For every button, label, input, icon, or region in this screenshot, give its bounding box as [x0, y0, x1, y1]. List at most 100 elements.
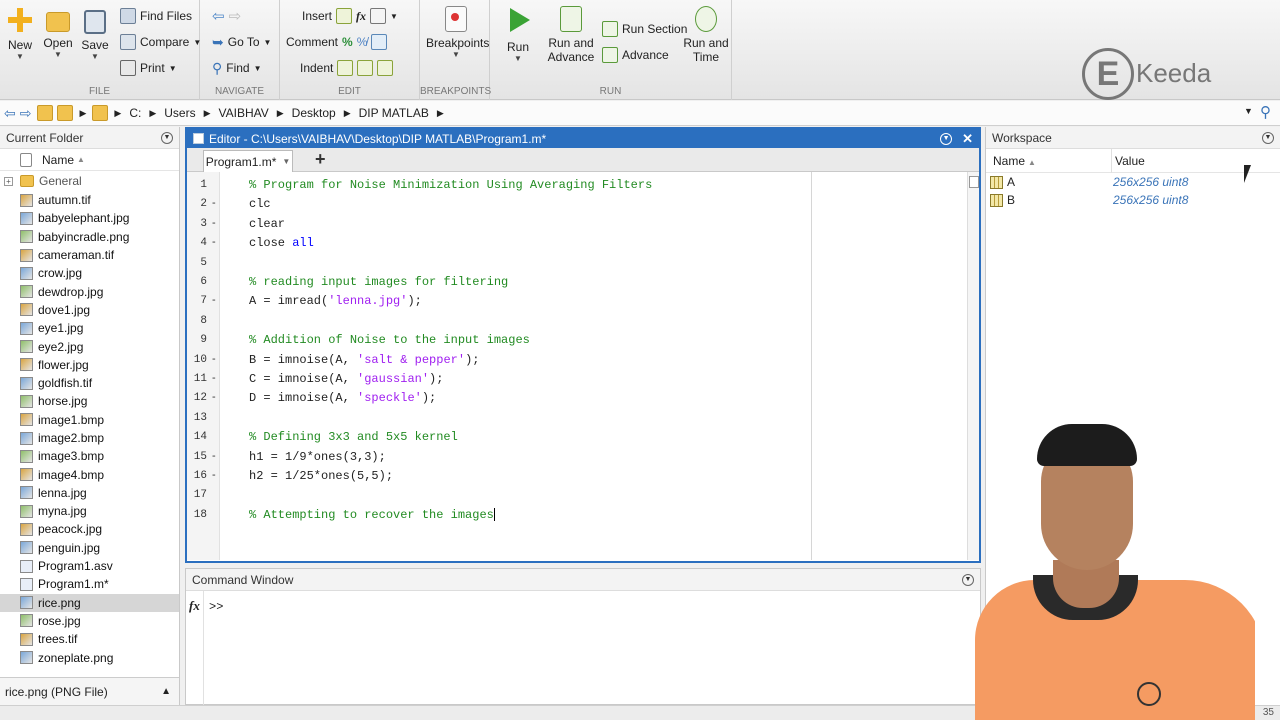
chevron-down-icon[interactable]: ▼	[264, 38, 272, 47]
code-line[interactable]: clear	[249, 217, 285, 231]
goto-button[interactable]: ➥ Go To ▼	[212, 32, 271, 52]
file-item[interactable]: eye2.jpg	[0, 337, 179, 355]
chevron-right-icon[interactable]: ▶	[114, 108, 121, 119]
forward-arrow-icon[interactable]: ⇨	[20, 105, 32, 122]
file-item[interactable]: babyelephant.jpg	[0, 209, 179, 227]
file-item[interactable]: myna.jpg	[0, 502, 179, 520]
find-files-button[interactable]: Find Files	[120, 6, 192, 26]
chevron-down-icon[interactable]: ▼	[282, 157, 290, 166]
path-segment-folder[interactable]: DIP MATLAB	[359, 106, 429, 120]
path-segment-users[interactable]: Users	[164, 106, 195, 120]
code-line[interactable]: D = imnoise(A, 'speckle');	[249, 391, 436, 405]
file-item[interactable]: babyincradle.png	[0, 228, 179, 246]
chevron-up-icon[interactable]: ▲	[161, 686, 171, 697]
breakpoint-marker[interactable]: -	[212, 217, 216, 229]
chevron-right-icon[interactable]: ▶	[437, 108, 444, 119]
chevron-down-icon[interactable]: ▼	[498, 54, 538, 63]
breakpoint-marker[interactable]: -	[212, 469, 216, 481]
folder-general[interactable]: + General	[0, 171, 179, 191]
chevron-down-icon[interactable]: ▼	[38, 50, 78, 59]
file-item[interactable]: image4.bmp	[0, 465, 179, 483]
code-line[interactable]: clc	[249, 197, 271, 211]
file-item[interactable]: crow.jpg	[0, 264, 179, 282]
scrollbar-thumb[interactable]	[969, 176, 979, 188]
file-item[interactable]: eye1.jpg	[0, 319, 179, 337]
breakpoint-marker[interactable]: -	[212, 450, 216, 462]
command-input-area[interactable]: fx >>	[186, 591, 980, 705]
file-item[interactable]: dewdrop.jpg	[0, 282, 179, 300]
file-item[interactable]: horse.jpg	[0, 392, 179, 410]
insert-button[interactable]: Insert fx ▼	[302, 6, 398, 26]
chevron-right-icon[interactable]: ▶	[204, 108, 211, 119]
file-item[interactable]: image3.bmp	[0, 447, 179, 465]
add-tab-button[interactable]: +	[315, 149, 326, 170]
chevron-right-icon[interactable]: ▶	[149, 108, 156, 119]
advance-button[interactable]: Advance	[602, 45, 669, 65]
back-arrow-icon[interactable]: ⇦	[212, 7, 225, 25]
address-dropdown-icon[interactable]: ▼	[1244, 106, 1253, 116]
file-item[interactable]: Program1.asv	[0, 557, 179, 575]
code-line[interactable]: % Addition of Noise to the input images	[249, 333, 530, 347]
file-item[interactable]: image1.bmp	[0, 411, 179, 429]
file-item[interactable]: goldfish.tif	[0, 374, 179, 392]
file-item[interactable]: zoneplate.png	[0, 648, 179, 666]
chevron-right-icon[interactable]: ▶	[344, 108, 351, 119]
back-arrow-icon[interactable]: ⇦	[4, 105, 16, 122]
chevron-down-icon[interactable]: ▼	[75, 52, 115, 61]
run-and-advance-button[interactable]: Run and Advance	[546, 6, 596, 64]
panel-menu-icon[interactable]: ▼	[940, 132, 953, 145]
breakpoint-marker[interactable]: -	[212, 372, 216, 384]
path-segment-desktop[interactable]: Desktop	[292, 106, 336, 120]
file-item[interactable]: dove1.jpg	[0, 301, 179, 319]
function-browser-icon[interactable]	[370, 8, 387, 24]
chevron-down-icon[interactable]: ▼	[254, 64, 262, 73]
file-item[interactable]: penguin.jpg	[0, 539, 179, 557]
details-bar[interactable]: rice.png (PNG File) ▲	[0, 677, 179, 705]
file-item[interactable]: autumn.tif	[0, 191, 179, 209]
path-segment-drive[interactable]: C:	[129, 106, 141, 120]
chevron-down-icon[interactable]: ▼	[426, 50, 486, 59]
chevron-right-icon[interactable]: ▶	[277, 108, 284, 119]
up-folder-icon[interactable]	[37, 105, 54, 121]
workspace-variable-row[interactable]: B 256x256 uint8	[986, 191, 1280, 209]
decrease-indent-icon[interactable]	[377, 60, 394, 76]
name-column-header[interactable]: Name ▲	[0, 149, 179, 171]
code-line[interactable]: close all	[249, 236, 314, 250]
indent-button[interactable]: Indent	[300, 58, 394, 78]
open-button[interactable]: Open ▼	[38, 6, 78, 59]
file-item[interactable]: Program1.m*	[0, 575, 179, 593]
panel-menu-icon[interactable]: ▼	[1262, 131, 1274, 144]
new-button[interactable]: New ▼	[0, 6, 40, 61]
column-divider[interactable]	[1111, 149, 1112, 173]
chevron-down-icon[interactable]: ▼	[169, 64, 177, 73]
run-button[interactable]: Run ▼	[498, 6, 538, 63]
file-item[interactable]: flower.jpg	[0, 356, 179, 374]
percent-comment-icon[interactable]: %	[342, 35, 353, 49]
fx-icon[interactable]: fx	[189, 598, 200, 614]
tab-program1[interactable]: Program1.m* ▼	[203, 150, 293, 172]
increase-indent-icon[interactable]	[357, 60, 374, 76]
expand-icon[interactable]: +	[4, 176, 13, 186]
find-button[interactable]: ⚲ Find ▼	[212, 58, 262, 78]
browse-folder-icon[interactable]	[57, 105, 74, 121]
code-line[interactable]: C = imnoise(A, 'gaussian');	[249, 372, 443, 386]
breakpoint-marker[interactable]: -	[212, 236, 216, 248]
file-item[interactable]: peacock.jpg	[0, 520, 179, 538]
chevron-down-icon[interactable]: ▼	[0, 52, 40, 61]
run-and-time-button[interactable]: Run and Time	[682, 6, 730, 64]
code-line[interactable]: % reading input images for filtering	[249, 275, 508, 289]
chevron-right-icon[interactable]: ▶	[79, 108, 86, 119]
file-item[interactable]: rose.jpg	[0, 612, 179, 630]
breakpoint-marker[interactable]: -	[212, 294, 216, 306]
code-area[interactable]: 1 % Program for Noise Minimization Using …	[187, 172, 979, 560]
breakpoint-marker[interactable]: -	[212, 391, 216, 403]
workspace-variable-row[interactable]: A 256x256 uint8	[986, 173, 1280, 191]
code-line[interactable]: A = imread('lenna.jpg');	[249, 294, 422, 308]
comment-button[interactable]: Comment% %̸	[286, 32, 388, 52]
code-line[interactable]: % Defining 3x3 and 5x5 kernel	[249, 430, 458, 444]
file-item[interactable]: image2.bmp	[0, 429, 179, 447]
breakpoint-marker[interactable]: -	[212, 353, 216, 365]
back-forward-buttons[interactable]: ⇦ ⇨	[212, 6, 241, 26]
code-line[interactable]: B = imnoise(A, 'salt & pepper');	[249, 353, 479, 367]
file-item[interactable]: trees.tif	[0, 630, 179, 648]
